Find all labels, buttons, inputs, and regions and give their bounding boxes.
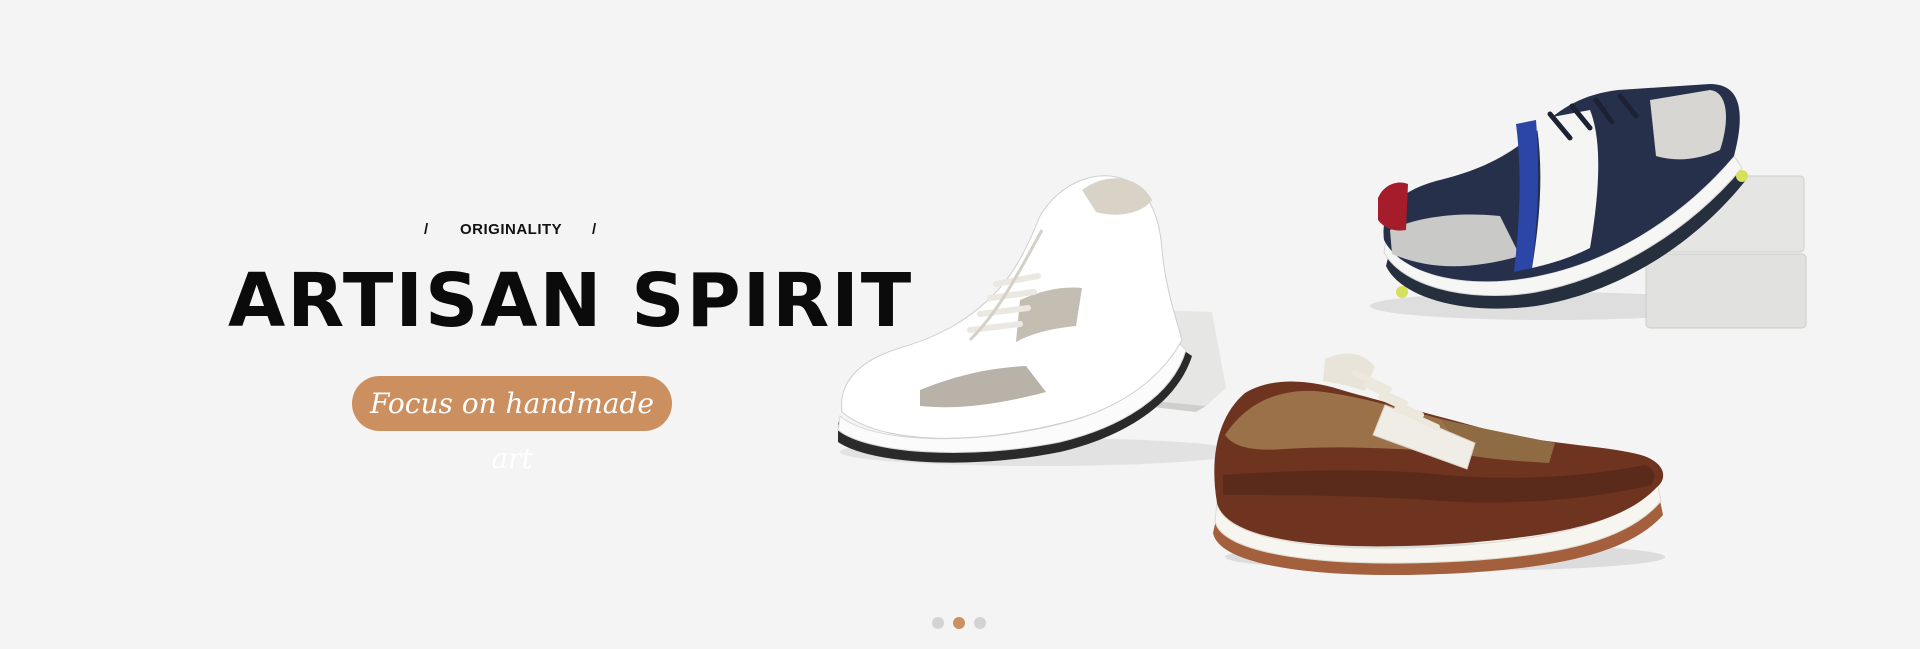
carousel-dot-3[interactable] (974, 617, 986, 629)
carousel-pagination (930, 617, 990, 631)
brown-leather-sneaker-image (1213, 353, 1665, 576)
navy-white-sneaker-image (1370, 84, 1807, 329)
eyebrow-slash-right: / (592, 221, 597, 238)
white-leather-sneaker-image (837, 175, 1240, 466)
tagline-button[interactable]: Focus on handmade art (352, 376, 672, 475)
hero-headline: ARTISAN SPIRIT (228, 258, 914, 344)
eyebrow-label: / ORIGINALITY / (420, 218, 600, 242)
carousel-dot-1[interactable] (932, 617, 944, 629)
hero-banner: / ORIGINALITY / ARTISAN SPIRIT Focus on … (0, 0, 1920, 649)
eyebrow-slash-left: / (424, 221, 429, 238)
carousel-dot-2[interactable] (953, 617, 965, 629)
eyebrow-text: ORIGINALITY (460, 221, 563, 238)
